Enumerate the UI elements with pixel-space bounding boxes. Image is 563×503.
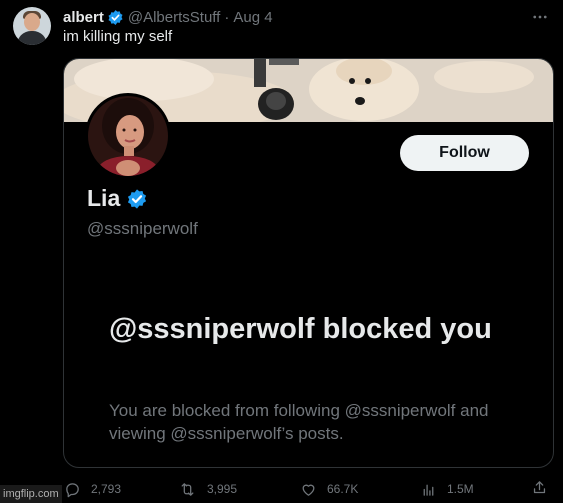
like-icon (302, 484, 315, 496)
share-icon[interactable] (531, 479, 548, 501)
repost-icon (181, 482, 194, 496)
post: albert @AlbertsStuff · Aug 4 im killing … (0, 0, 563, 503)
views-icon (423, 484, 434, 496)
repost-button[interactable]: 3,995 (178, 480, 237, 498)
separator-dot: · (224, 8, 230, 26)
author-name[interactable]: albert (63, 9, 104, 26)
embedded-image[interactable]: Follow Lia @sssniperwolf @sssniperwolf b… (63, 58, 554, 468)
like-count: 66.7K (327, 482, 359, 496)
profile-handle: @sssniperwolf (87, 219, 198, 238)
author-row: albert @AlbertsStuff · Aug 4 (63, 7, 273, 27)
views-count: 1.5M (447, 482, 474, 496)
views-button[interactable]: 1.5M (420, 480, 474, 498)
reply-count: 2,793 (91, 482, 122, 496)
post-text: im killing my self (63, 28, 173, 45)
follow-button[interactable]: Follow (400, 135, 529, 171)
verified-badge-icon (107, 9, 124, 26)
like-button[interactable]: 66.7K (300, 480, 358, 498)
reply-icon (66, 482, 79, 497)
verified-badge-icon (126, 188, 148, 210)
watermark: imgflip.com (0, 485, 62, 503)
post-date[interactable]: Aug 4 (233, 9, 272, 26)
blocked-message: You are blocked from following @sssniper… (109, 401, 489, 443)
profile-name: Lia (87, 185, 121, 211)
blocked-title: @sssniperwolf blocked you (109, 313, 492, 345)
repost-count: 3,995 (207, 482, 238, 496)
author-handle[interactable]: @AlbertsStuff (128, 9, 221, 26)
profile-name-row: Lia (87, 185, 148, 212)
reply-button[interactable]: 2,793 (64, 480, 121, 498)
more-icon[interactable] (531, 8, 549, 26)
author-avatar[interactable] (13, 7, 51, 45)
profile-avatar[interactable] (85, 93, 171, 179)
